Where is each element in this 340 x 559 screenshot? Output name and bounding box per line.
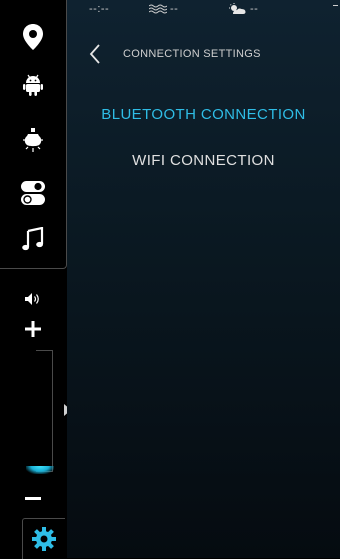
controls-button[interactable]	[0, 170, 66, 216]
page-title: CONNECTION SETTINGS	[123, 48, 261, 60]
volume-slider[interactable]	[36, 350, 53, 472]
clock-text: --:--	[89, 3, 110, 15]
gear-icon	[32, 527, 56, 551]
back-button[interactable]	[83, 42, 107, 66]
toggle-icon	[21, 181, 45, 205]
map-pin-icon	[23, 24, 43, 50]
status-edge-indicator	[333, 5, 338, 6]
page-header: CONNECTION SETTINGS	[67, 38, 340, 70]
weather-status: --	[227, 3, 258, 15]
volume-down-button[interactable]	[0, 476, 66, 522]
bluetooth-connection-label: BLUETOOTH CONNECTION	[101, 105, 306, 123]
light-bulb-icon	[23, 128, 43, 152]
android-icon	[23, 74, 43, 96]
main-panel	[67, 0, 340, 558]
water-value: --	[170, 3, 179, 15]
bluetooth-connection-item[interactable]: BLUETOOTH CONNECTION	[67, 96, 340, 132]
left-rail	[0, 0, 71, 559]
water-status: --	[149, 3, 178, 15]
clock: --:--	[89, 3, 109, 15]
weather-value: --	[250, 3, 259, 15]
plus-icon	[25, 321, 41, 337]
volume-up-button[interactable]	[0, 306, 66, 352]
minus-icon	[25, 497, 41, 500]
lights-button[interactable]	[0, 118, 66, 164]
wifi-connection-item[interactable]: WIFI CONNECTION	[67, 142, 340, 178]
settings-button[interactable]	[22, 518, 65, 559]
apps-button[interactable]	[0, 62, 66, 108]
waves-icon	[149, 4, 167, 14]
music-note-icon	[22, 227, 44, 251]
status-bar: --:-- -- --	[67, 0, 340, 20]
chevron-left-icon	[89, 44, 100, 64]
music-button[interactable]	[0, 216, 66, 262]
map-button[interactable]	[0, 14, 66, 60]
speaker-icon	[25, 293, 39, 305]
volume-level-fill	[26, 466, 54, 474]
partly-cloudy-icon	[229, 3, 246, 14]
wifi-connection-label: WIFI CONNECTION	[132, 151, 275, 169]
